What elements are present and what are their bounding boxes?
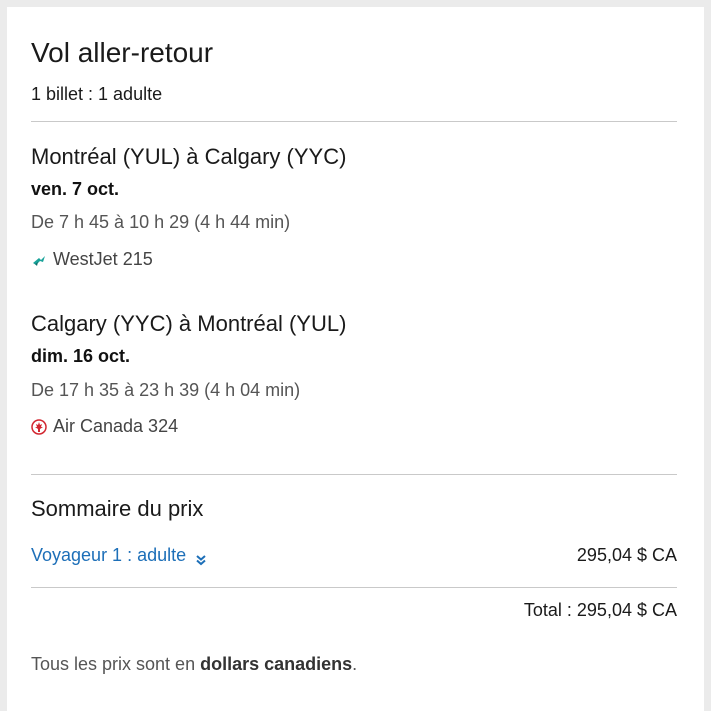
trip-summary-card: Vol aller-retour 1 billet : 1 adulte Mon…: [7, 7, 704, 711]
page-title: Vol aller-retour: [31, 37, 214, 68]
traveler-price-toggle[interactable]: Voyageur 1 : adulte: [31, 545, 207, 566]
divider: [31, 587, 677, 588]
currency-note-suffix: .: [352, 654, 358, 674]
traveler-label: Voyageur 1 : adulte: [31, 545, 187, 565]
price-summary-title: Sommaire du prix: [31, 496, 204, 521]
leg-2-airline: Air Canada 324: [31, 416, 178, 437]
air-canada-logo-icon: [31, 418, 47, 435]
ticket-count: 1 billet : 1 adulte: [31, 84, 163, 104]
divider: [31, 474, 677, 475]
total-price: Total : 295,04 $ CA: [523, 600, 677, 620]
leg-1-airline-label: WestJet 215: [53, 249, 153, 269]
currency-note-prefix: Tous les prix sont en: [31, 654, 201, 674]
westjet-logo-icon: [31, 252, 47, 268]
leg-2-times: De 17 h 35 à 23 h 39 (4 h 04 min): [31, 380, 301, 400]
leg-2-date: dim. 16 oct.: [31, 346, 131, 366]
divider: [31, 121, 677, 122]
leg-1-route: Montréal (YUL) à Calgary (YYC): [31, 144, 347, 169]
leg-1-airline: WestJet 215: [31, 249, 153, 270]
traveler-price: 295,04 $ CA: [576, 545, 677, 565]
leg-2-airline-label: Air Canada 324: [53, 416, 179, 436]
leg-1-date: ven. 7 oct.: [31, 179, 120, 199]
leg-2-route: Calgary (YYC) à Montréal (YUL): [31, 311, 347, 336]
currency-note-bold: dollars canadiens: [200, 654, 353, 674]
leg-1-times: De 7 h 45 à 10 h 29 (4 h 44 min): [31, 212, 291, 232]
currency-note: Tous les prix sont en dollars canadiens.: [31, 654, 357, 675]
chevron-double-down-icon: [195, 550, 207, 565]
